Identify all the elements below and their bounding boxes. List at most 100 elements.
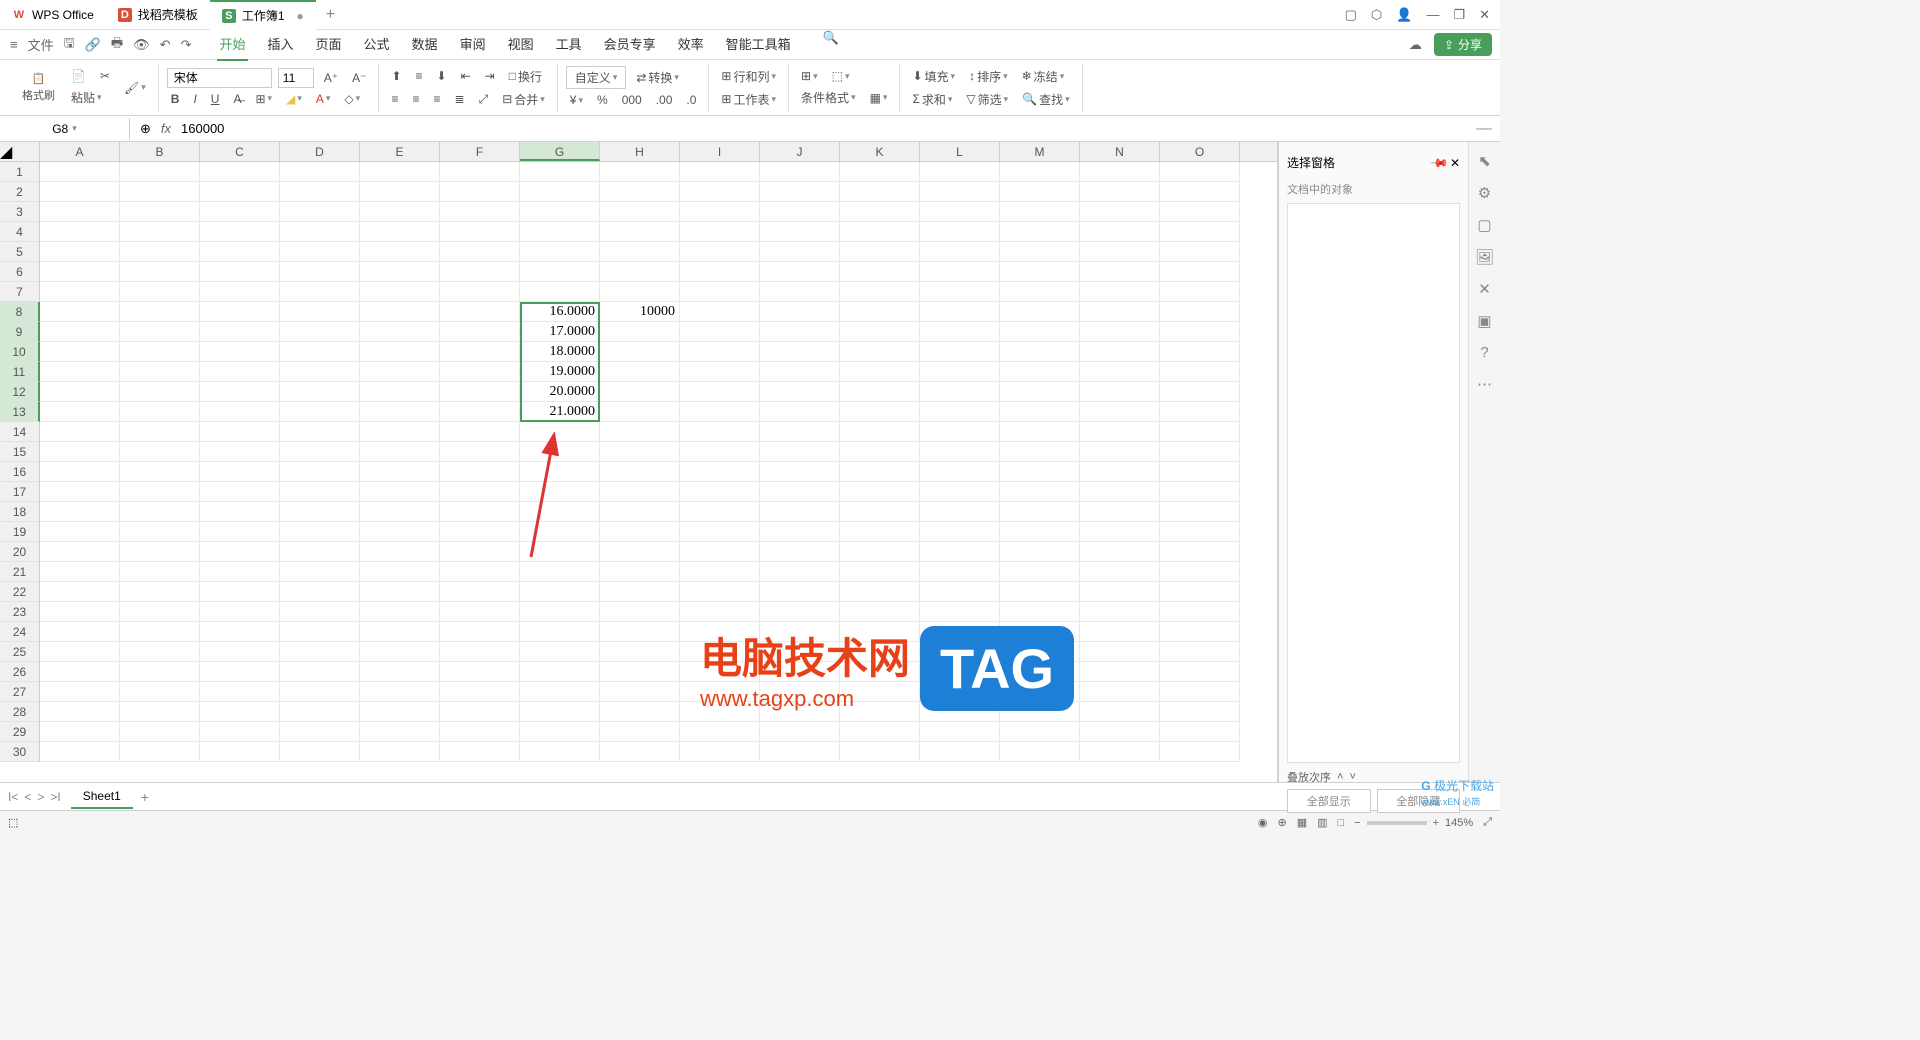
cell-E10[interactable] [360, 342, 440, 362]
col-header-G[interactable]: G [520, 142, 600, 161]
cell-K19[interactable] [840, 522, 920, 542]
cell-A10[interactable] [40, 342, 120, 362]
cell-D27[interactable] [280, 682, 360, 702]
cell-I8[interactable] [680, 302, 760, 322]
view-page-icon[interactable]: ▥ [1317, 816, 1327, 829]
cell-L10[interactable] [920, 342, 1000, 362]
cell-J5[interactable] [760, 242, 840, 262]
cell-E12[interactable] [360, 382, 440, 402]
cell-I9[interactable] [680, 322, 760, 342]
col-header-K[interactable]: K [840, 142, 920, 161]
cell-G15[interactable] [520, 442, 600, 462]
cell-O7[interactable] [1160, 282, 1240, 302]
cell-L4[interactable] [920, 222, 1000, 242]
sheet-first-icon[interactable]: I< [8, 790, 18, 804]
cell-N20[interactable] [1080, 542, 1160, 562]
align-mid-icon[interactable]: ≡ [412, 67, 427, 85]
cell-G30[interactable] [520, 742, 600, 762]
cell-E6[interactable] [360, 262, 440, 282]
cell-H2[interactable] [600, 182, 680, 202]
cell-D4[interactable] [280, 222, 360, 242]
sheet-last-icon[interactable]: >I [50, 790, 60, 804]
cell-M6[interactable] [1000, 262, 1080, 282]
cell-C15[interactable] [200, 442, 280, 462]
cell-I1[interactable] [680, 162, 760, 182]
align-center-icon[interactable]: ≡ [408, 90, 423, 108]
cell-H8[interactable]: 10000 [600, 302, 680, 322]
cell-C23[interactable] [200, 602, 280, 622]
cell-H23[interactable] [600, 602, 680, 622]
cell-I26[interactable] [680, 662, 760, 682]
col-header-F[interactable]: F [440, 142, 520, 161]
cell-E8[interactable] [360, 302, 440, 322]
cell-O30[interactable] [1160, 742, 1240, 762]
menu-data[interactable]: 数据 [410, 28, 440, 61]
cell-E17[interactable] [360, 482, 440, 502]
cell-C5[interactable] [200, 242, 280, 262]
cell-F17[interactable] [440, 482, 520, 502]
cell-E3[interactable] [360, 202, 440, 222]
align-justify-icon[interactable]: ≣ [451, 90, 469, 108]
zoom-value[interactable]: 145% [1445, 817, 1473, 829]
cell-N7[interactable] [1080, 282, 1160, 302]
cell-H10[interactable] [600, 342, 680, 362]
cell-H12[interactable] [600, 382, 680, 402]
cell-F12[interactable] [440, 382, 520, 402]
cell-K23[interactable] [840, 602, 920, 622]
cell-C11[interactable] [200, 362, 280, 382]
sum-button[interactable]: Σ求和▾ [908, 89, 956, 110]
wrap-button[interactable]: □换行 [505, 66, 546, 87]
cell-I14[interactable] [680, 422, 760, 442]
cell-D28[interactable] [280, 702, 360, 722]
cell-K14[interactable] [840, 422, 920, 442]
cell-M27[interactable] [1000, 682, 1080, 702]
cell-I13[interactable] [680, 402, 760, 422]
cell-I11[interactable] [680, 362, 760, 382]
find-button[interactable]: 🔍查找▾ [1018, 89, 1074, 110]
view-break-icon[interactable]: □ [1338, 817, 1345, 829]
cell-I30[interactable] [680, 742, 760, 762]
cell-D2[interactable] [280, 182, 360, 202]
cut-icon[interactable]: ✂ [96, 67, 114, 85]
increase-font-icon[interactable]: A⁺ [320, 69, 342, 87]
cell-D30[interactable] [280, 742, 360, 762]
cell-A13[interactable] [40, 402, 120, 422]
cell-M30[interactable] [1000, 742, 1080, 762]
cell-N17[interactable] [1080, 482, 1160, 502]
cell-D1[interactable] [280, 162, 360, 182]
row-header-1[interactable]: 1 [0, 162, 40, 182]
cell-G7[interactable] [520, 282, 600, 302]
cell-A5[interactable] [40, 242, 120, 262]
cell-D24[interactable] [280, 622, 360, 642]
cell-L14[interactable] [920, 422, 1000, 442]
row-header-19[interactable]: 19 [0, 522, 40, 542]
cell-B9[interactable] [120, 322, 200, 342]
align-top-icon[interactable]: ⬆ [387, 67, 405, 85]
col-header-B[interactable]: B [120, 142, 200, 161]
cell-H22[interactable] [600, 582, 680, 602]
row-header-23[interactable]: 23 [0, 602, 40, 622]
indent-dec-icon[interactable]: ⇤ [457, 67, 475, 85]
cell-O19[interactable] [1160, 522, 1240, 542]
cell-H17[interactable] [600, 482, 680, 502]
cell-K25[interactable] [840, 642, 920, 662]
format-brush-button[interactable]: 📋格式刷 [16, 70, 61, 105]
layout-side-icon[interactable]: ▢ [1477, 216, 1491, 234]
cell-A26[interactable] [40, 662, 120, 682]
cell-M16[interactable] [1000, 462, 1080, 482]
menu-efficiency[interactable]: 效率 [676, 28, 706, 61]
cell-C27[interactable] [200, 682, 280, 702]
worksheet-button[interactable]: ⊞工作表▾ [717, 89, 780, 110]
cell-E26[interactable] [360, 662, 440, 682]
cell-E30[interactable] [360, 742, 440, 762]
sheet-prev-icon[interactable]: < [24, 790, 31, 804]
hamburger-icon[interactable]: ≡ [8, 35, 20, 54]
cell-I16[interactable] [680, 462, 760, 482]
cell-O16[interactable] [1160, 462, 1240, 482]
cell-L20[interactable] [920, 542, 1000, 562]
number-format-select[interactable]: 自定义 ▾ [566, 66, 627, 89]
cell-M26[interactable] [1000, 662, 1080, 682]
cell-H9[interactable] [600, 322, 680, 342]
cell-F20[interactable] [440, 542, 520, 562]
cell-K24[interactable] [840, 622, 920, 642]
